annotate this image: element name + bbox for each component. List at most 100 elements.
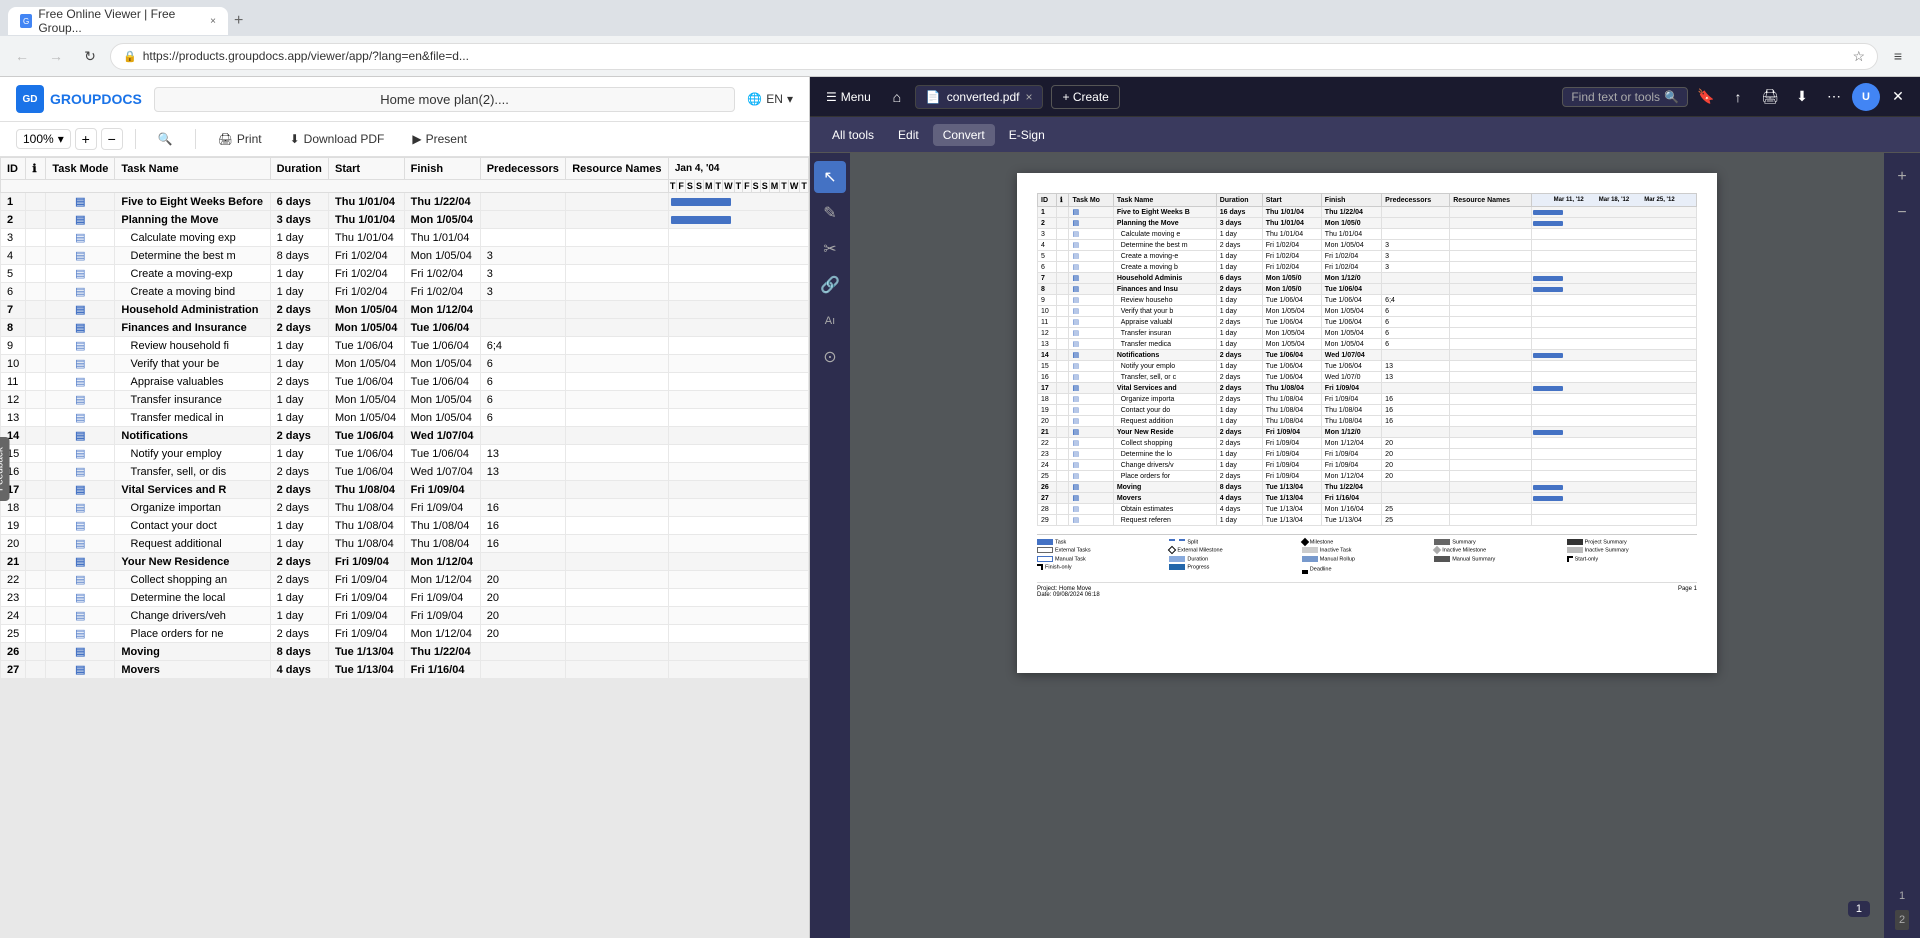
row-id: 20 bbox=[1, 535, 26, 553]
pdf-crop-tool[interactable]: ✂ bbox=[814, 233, 846, 265]
pdf-close-button[interactable]: ✕ bbox=[1884, 83, 1912, 111]
table-row: 14 ▤ Notifications 2 days Tue 1/06/04 We… bbox=[1, 427, 809, 445]
row-id: 19 bbox=[1, 517, 26, 535]
row-gantt bbox=[668, 445, 808, 463]
pdf-table-row: 22 ▤ Collect shopping 2 days Fri 1/09/04… bbox=[1038, 438, 1697, 449]
row-info bbox=[26, 373, 46, 391]
pdf-annotate-tool[interactable]: ✎ bbox=[814, 197, 846, 229]
row-id: 12 bbox=[1, 391, 26, 409]
row-info bbox=[26, 211, 46, 229]
row-duration: 2 days bbox=[270, 373, 328, 391]
feedback-tab[interactable]: Feedback bbox=[0, 437, 10, 501]
legend-rollup: Manual Rollup bbox=[1302, 556, 1432, 562]
row-res bbox=[566, 247, 669, 265]
pdf-more-button[interactable]: ⋯ bbox=[1820, 83, 1848, 111]
pdf-table-row: 15 ▤ Notify your emplo 1 day Tue 1/06/04… bbox=[1038, 361, 1697, 372]
forward-button[interactable]: → bbox=[42, 42, 70, 70]
pdf-page: ID ℹ Task Mo Task Name Duration Start Fi… bbox=[1017, 173, 1717, 673]
refresh-button[interactable]: ↻ bbox=[76, 42, 104, 70]
col-mode: Task Mode bbox=[46, 158, 115, 180]
row-info bbox=[26, 265, 46, 283]
row-mode: ▤ bbox=[46, 247, 115, 265]
pdf-alltools-button[interactable]: All tools bbox=[822, 124, 884, 146]
pdf-edit-button[interactable]: Edit bbox=[888, 124, 929, 146]
row-res bbox=[566, 229, 669, 247]
row-info bbox=[26, 391, 46, 409]
row-duration: 1 day bbox=[270, 391, 328, 409]
print-button[interactable]: 🖨 Print bbox=[208, 128, 272, 150]
row-mode: ▤ bbox=[46, 499, 115, 517]
pdf-table-row: 17 ▤ Vital Services and 2 days Thu 1/08/… bbox=[1038, 383, 1697, 394]
pdf-close-tab-button[interactable]: × bbox=[1025, 90, 1032, 104]
search-button[interactable]: 🔍 bbox=[148, 128, 183, 150]
pdf-esign-button[interactable]: E-Sign bbox=[999, 124, 1055, 146]
address-bar[interactable]: 🔒 https://products.groupdocs.app/viewer/… bbox=[110, 43, 1878, 70]
col-start: Start bbox=[329, 158, 405, 180]
pdf-page-area[interactable]: ID ℹ Task Mo Task Name Duration Start Fi… bbox=[850, 153, 1884, 938]
pdf-zoom-in-sidebar[interactable]: + bbox=[1886, 161, 1918, 193]
download-button[interactable]: ⬇ Download PDF bbox=[280, 128, 395, 150]
row-start: Tue 1/06/04 bbox=[329, 373, 405, 391]
row-name: Calculate moving exp bbox=[115, 229, 270, 247]
row-gantt bbox=[668, 607, 808, 625]
zoom-in-button[interactable]: + bbox=[75, 128, 97, 150]
row-name: Household Administration bbox=[115, 301, 270, 319]
pdf-text-tool[interactable]: Aı bbox=[814, 305, 846, 337]
pdf-link-tool[interactable]: 🔗 bbox=[814, 269, 846, 301]
row-res bbox=[566, 643, 669, 661]
row-name: Review household fi bbox=[115, 337, 270, 355]
menu-button[interactable]: ≡ bbox=[1884, 42, 1912, 70]
col-gantt: Jan 4, '04 bbox=[668, 158, 808, 180]
zoom-value[interactable]: 100% ▾ bbox=[16, 129, 71, 149]
main-layout: GD GROUPDOCS Home move plan(2).... 🌐 EN … bbox=[0, 77, 1920, 938]
pdf-zoom-out-sidebar[interactable]: − bbox=[1886, 197, 1918, 229]
row-duration: 2 days bbox=[270, 571, 328, 589]
row-pred bbox=[480, 319, 565, 337]
row-start: Fri 1/09/04 bbox=[329, 607, 405, 625]
pdf-convert-button[interactable]: Convert bbox=[933, 124, 995, 146]
row-duration: 1 day bbox=[270, 229, 328, 247]
table-row: 17 ▤ Vital Services and R 2 days Thu 1/0… bbox=[1, 481, 809, 499]
row-res bbox=[566, 661, 669, 679]
pdf-print-button[interactable]: 🖨 bbox=[1756, 83, 1784, 111]
new-tab-button[interactable]: + bbox=[234, 12, 243, 30]
row-finish: Mon 1/12/04 bbox=[404, 553, 480, 571]
zoom-control: 100% ▾ + − bbox=[16, 128, 123, 150]
pdf-share-button[interactable]: ↑ bbox=[1724, 83, 1752, 111]
row-res bbox=[566, 463, 669, 481]
pdf-redact-tool[interactable]: ⊙ bbox=[814, 341, 846, 373]
tab-close-button[interactable]: × bbox=[210, 16, 216, 27]
row-mode: ▤ bbox=[46, 445, 115, 463]
row-name: Planning the Move bbox=[115, 211, 270, 229]
row-name: Determine the local bbox=[115, 589, 270, 607]
row-start: Fri 1/02/04 bbox=[329, 265, 405, 283]
table-row: 12 ▤ Transfer insurance 1 day Mon 1/05/0… bbox=[1, 391, 809, 409]
row-info bbox=[26, 229, 46, 247]
row-duration: 2 days bbox=[270, 427, 328, 445]
active-tab[interactable]: G Free Online Viewer | Free Group... × bbox=[8, 7, 228, 35]
row-start: Mon 1/05/04 bbox=[329, 409, 405, 427]
pdf-download-button[interactable]: ⬇ bbox=[1788, 83, 1816, 111]
pdf-cursor-tool[interactable]: ↖ bbox=[814, 161, 846, 193]
pdf-col-pred: Predecessors bbox=[1382, 194, 1450, 207]
zoom-out-button[interactable]: − bbox=[101, 128, 123, 150]
globe-icon: 🌐 bbox=[747, 92, 762, 106]
row-start: Thu 1/08/04 bbox=[329, 481, 405, 499]
pdf-create-button[interactable]: + Create bbox=[1051, 85, 1119, 109]
row-duration: 4 days bbox=[270, 661, 328, 679]
row-duration: 6 days bbox=[270, 193, 328, 211]
pdf-search-bar[interactable]: Find text or tools 🔍 bbox=[1562, 87, 1688, 107]
present-button[interactable]: ▶ Present bbox=[402, 128, 477, 150]
pdf-bookmark-button[interactable]: 🔖 bbox=[1692, 83, 1720, 111]
row-id: 8 bbox=[1, 319, 26, 337]
pdf-menu-button[interactable]: ☰ Menu bbox=[818, 86, 879, 108]
language-selector[interactable]: 🌐 EN ▾ bbox=[747, 92, 793, 106]
table-row: 19 ▤ Contact your doct 1 day Thu 1/08/04… bbox=[1, 517, 809, 535]
row-start: Mon 1/05/04 bbox=[329, 391, 405, 409]
document-area[interactable]: ID ℹ Task Mode Task Name Duration Start … bbox=[0, 157, 809, 938]
pdf-home-button[interactable]: ⌂ bbox=[883, 83, 911, 111]
table-row: 16 ▤ Transfer, sell, or dis 2 days Tue 1… bbox=[1, 463, 809, 481]
row-start: Tue 1/06/04 bbox=[329, 337, 405, 355]
back-button[interactable]: ← bbox=[8, 42, 36, 70]
bookmark-icon[interactable]: ☆ bbox=[1852, 48, 1865, 65]
